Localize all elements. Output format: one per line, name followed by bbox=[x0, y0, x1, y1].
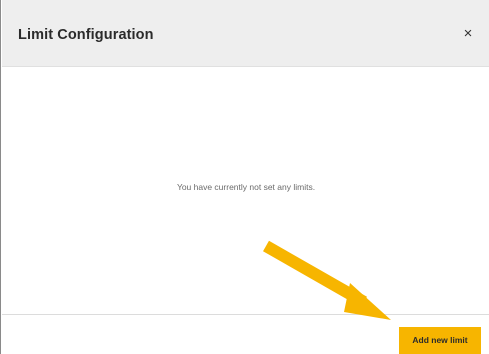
dialog-footer: Add new limit bbox=[2, 314, 489, 354]
add-new-limit-button[interactable]: Add new limit bbox=[399, 327, 481, 354]
limit-configuration-dialog: Limit Configuration × You have currently… bbox=[0, 0, 489, 354]
dialog-title: Limit Configuration bbox=[18, 27, 154, 43]
empty-state-message: You have currently not set any limits. bbox=[176, 182, 316, 192]
dialog-header: Limit Configuration × bbox=[2, 0, 489, 67]
close-icon[interactable]: × bbox=[460, 26, 476, 42]
dialog-body: You have currently not set any limits. bbox=[2, 67, 489, 314]
